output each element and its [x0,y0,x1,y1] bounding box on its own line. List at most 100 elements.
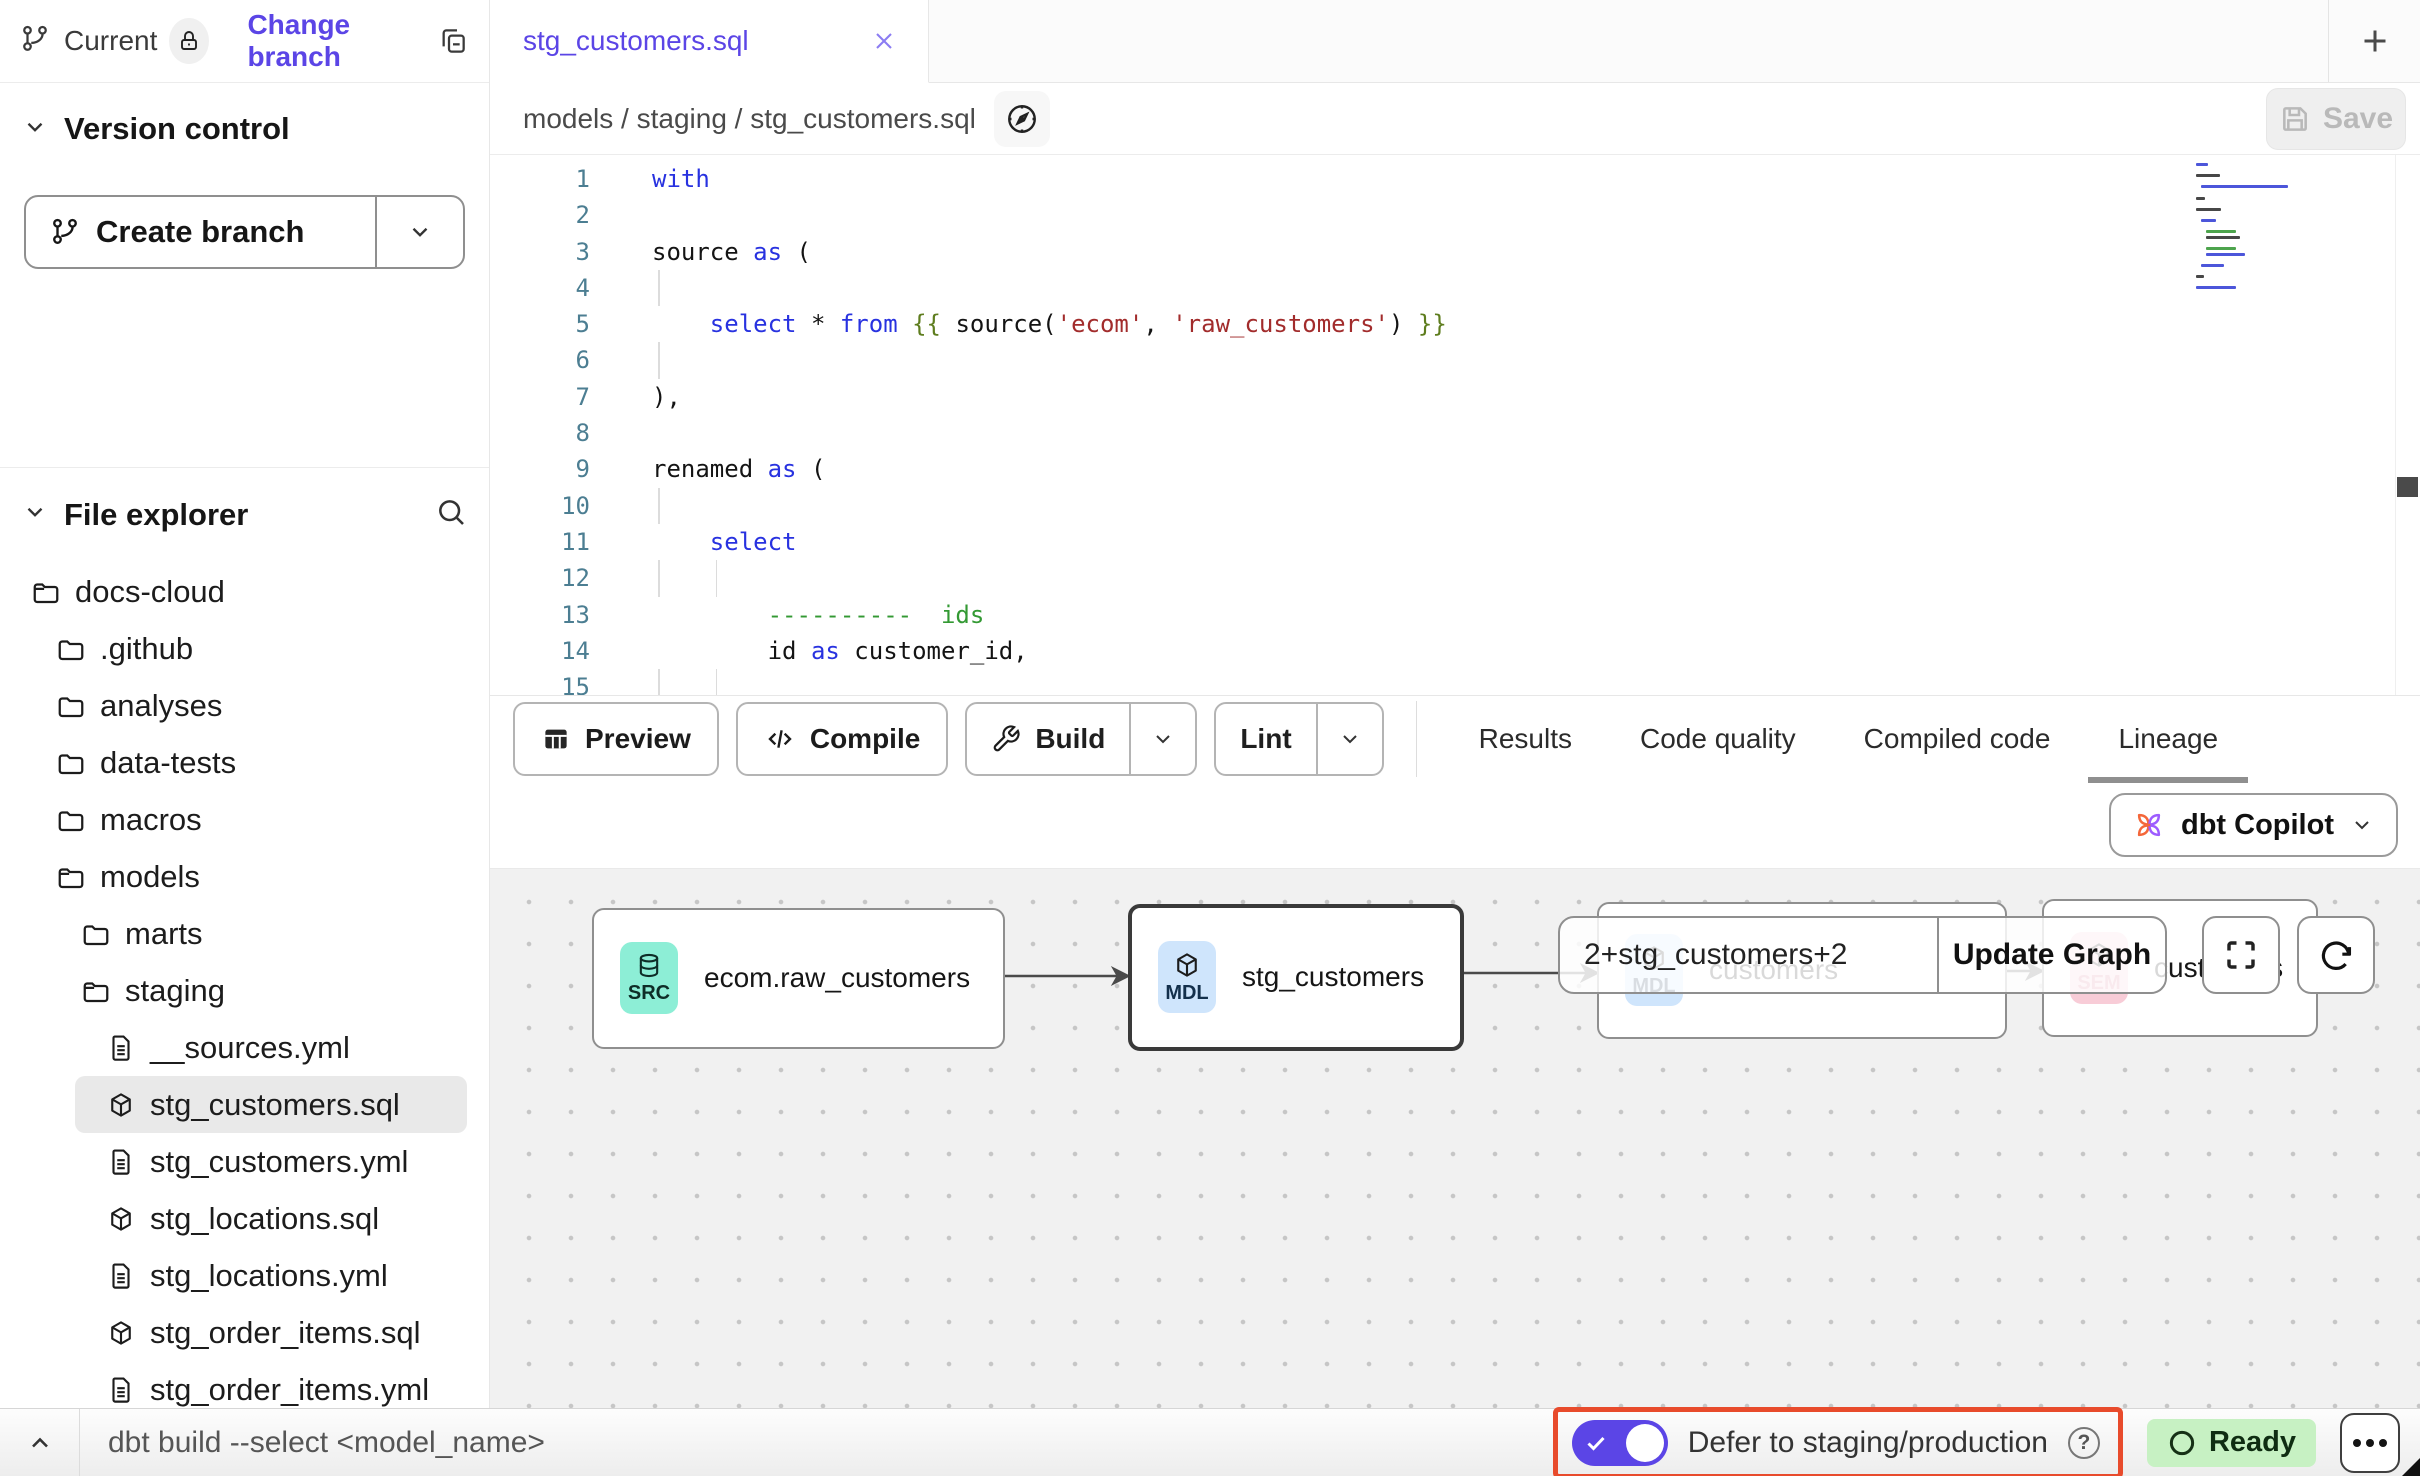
file-icon [106,1375,136,1405]
preview-button[interactable]: Preview [513,702,719,776]
editor-scrollbar[interactable] [2395,155,2420,695]
build-label: Build [1035,723,1105,755]
code-line-13[interactable]: 13 ---------- ids [490,597,2420,633]
tree-item-label: macros [100,802,202,838]
code-text: select [652,524,797,560]
git-branch-icon [20,24,50,59]
code-icon [764,723,796,755]
change-branch-link[interactable]: Change branch [247,9,425,73]
tab-compiled-code[interactable]: Compiled code [1834,695,2081,783]
code-line-9[interactable]: 9 renamed as ( [490,451,2420,487]
line-number: 6 [490,342,590,378]
compile-button[interactable]: Compile [736,702,948,776]
code-line-4[interactable]: 4 [490,270,2420,306]
code-text: renamed as ( [652,451,825,487]
tree-item-macros[interactable]: macros [25,791,467,848]
tree-item-label: stg_locations.sql [150,1201,379,1237]
tree-item-staging[interactable]: staging [50,962,467,1019]
code-line-12[interactable]: 12 [490,560,2420,596]
help-icon[interactable]: ? [2068,1427,2100,1459]
minimap [2196,163,2308,313]
tree-item-stg-locations-yml[interactable]: stg_locations.yml [75,1247,467,1304]
branch-lock-badge [169,18,209,64]
defer-toggle[interactable] [1572,1420,1668,1466]
lint-button[interactable]: Lint [1216,704,1315,774]
copy-icon[interactable] [437,25,469,57]
line-number: 9 [490,451,590,487]
search-icon[interactable] [435,496,467,533]
build-button[interactable]: Build [967,704,1129,774]
file-tree: docs-cloud .github analyses data-tests macro… [0,553,489,1408]
collapse-panel-button[interactable] [0,1409,80,1476]
tab-lineage[interactable]: Lineage [2088,695,2248,783]
tab-stg-customers[interactable]: stg_customers.sql [490,0,929,83]
more-options-button[interactable] [2340,1413,2400,1473]
create-branch-button[interactable]: Create branch [24,195,465,269]
file-icon [106,1033,136,1063]
code-line-15[interactable]: 15 [490,669,2420,694]
tree-item-stg-customers-sql[interactable]: stg_customers.sql [75,1076,467,1133]
branch-bar: Current Change branch [0,0,489,83]
line-number: 1 [490,161,590,197]
wrench-icon [991,724,1021,754]
chevron-down-icon [2350,813,2374,837]
dbt-copilot-button[interactable]: dbt Copilot [2109,793,2398,857]
tree-item-label: stg_order_items.sql [150,1315,421,1351]
save-button[interactable]: Save [2266,88,2406,150]
code-line-7[interactable]: 7), [490,379,2420,415]
tree-item-stg-order-items-sql[interactable]: stg_order_items.sql [75,1304,467,1361]
tree-item-marts[interactable]: marts [50,905,467,962]
lineage-node-stg-customers[interactable]: MDLstg_customers [1128,904,1464,1051]
lineage-selector-input[interactable]: 2+stg_customers+2 [1560,918,1937,992]
code-line-8[interactable]: 8 [490,415,2420,451]
new-tab-button[interactable] [2329,0,2420,82]
code-editor[interactable]: 1with23source as (45 select * from {{ so… [490,155,2420,695]
tree-item--sources-yml[interactable]: __sources.yml [75,1019,467,1076]
close-icon[interactable] [870,27,898,55]
code-line-2[interactable]: 2 [490,197,2420,233]
tree-item-models[interactable]: models [25,848,467,905]
chevron-down-icon[interactable] [22,114,48,145]
code-line-11[interactable]: 11 select [490,524,2420,560]
status-badge[interactable]: Ready [2147,1419,2316,1467]
tree-item-stg-customers-yml[interactable]: stg_customers.yml [75,1133,467,1190]
file-icon [106,1261,136,1291]
tab-bar: stg_customers.sql [490,0,2420,83]
status-bar: dbt build --select <model_name> Defer to… [0,1408,2420,1476]
model-icon [1172,950,1202,980]
scrollbar-handle[interactable] [2397,477,2418,497]
code-line-5[interactable]: 5 select * from {{ source('ecom', 'raw_c… [490,306,2420,342]
code-line-10[interactable]: 10 [490,488,2420,524]
command-input[interactable]: dbt build --select <model_name> [108,1426,545,1460]
tab-code-quality[interactable]: Code quality [1610,695,1826,783]
create-branch-dropdown[interactable] [377,219,463,245]
code-line-14[interactable]: 14 id as customer_id, [490,633,2420,669]
lint-dropdown[interactable] [1318,704,1382,774]
lineage-node-ecom-raw-customers[interactable]: SRCecom.raw_customers [592,908,1005,1049]
refresh-button[interactable] [2297,916,2375,994]
tree-item-docs-cloud[interactable]: docs-cloud [0,563,467,620]
health-check-button[interactable] [994,91,1050,147]
create-branch-label: Create branch [96,214,304,250]
update-graph-button[interactable]: Update Graph [1939,918,2165,992]
tree-item--github[interactable]: .github [25,620,467,677]
tree-item-label: marts [125,916,203,952]
tab-results[interactable]: Results [1449,695,1602,783]
tree-item-label: .github [100,631,193,667]
tree-item-stg-order-items-yml[interactable]: stg_order_items.yml [75,1361,467,1408]
lineage-canvas[interactable]: SRCecom.raw_customersMDLstg_customersMDL… [490,868,2420,1409]
code-line-6[interactable]: 6 [490,342,2420,378]
build-dropdown[interactable] [1131,704,1195,774]
fullscreen-button[interactable] [2202,916,2280,994]
code-line-3[interactable]: 3source as ( [490,234,2420,270]
tree-item-stg-locations-sql[interactable]: stg_locations.sql [75,1190,467,1247]
tree-item-analyses[interactable]: analyses [25,677,467,734]
tree-item-data-tests[interactable]: data-tests [25,734,467,791]
save-icon [2279,103,2311,135]
tree-item-label: stg_locations.yml [150,1258,388,1294]
tree-item-label: models [100,859,200,895]
chevron-down-icon[interactable] [22,499,48,530]
tree-item-label: analyses [100,688,222,724]
code-line-1[interactable]: 1with [490,161,2420,197]
tree-item-label: stg_customers.sql [150,1087,400,1123]
